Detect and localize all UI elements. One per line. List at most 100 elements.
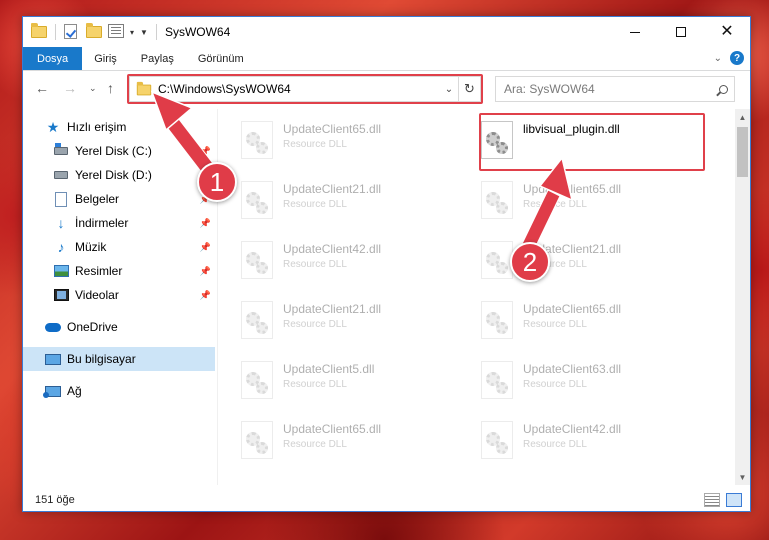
search-icon[interactable] bbox=[712, 84, 734, 94]
file-item[interactable]: UpdateClient21.dll Resource DLL bbox=[459, 237, 689, 287]
sidebar-item-label: Belgeler bbox=[75, 192, 120, 206]
sidebar-item-local-disk-d[interactable]: Yerel Disk (D:) 📌 bbox=[23, 163, 215, 187]
dll-file-icon bbox=[241, 241, 273, 279]
pin-icon: 📌 bbox=[199, 145, 211, 156]
navigation-bar: ← → ⌄ ↑ C:\Windows\SysWOW64 ⌄ ↻ bbox=[23, 72, 750, 106]
sidebar-item-onedrive[interactable]: OneDrive bbox=[23, 315, 215, 339]
close-icon: ✕ bbox=[720, 23, 734, 40]
videos-icon bbox=[53, 287, 69, 303]
dll-file-icon bbox=[241, 421, 273, 459]
details-view-icon[interactable] bbox=[704, 493, 720, 507]
dll-file-icon bbox=[481, 241, 513, 279]
address-highlight-box bbox=[127, 74, 483, 104]
file-item[interactable]: UpdateClient65.dll Resource DLL bbox=[459, 177, 689, 227]
file-item[interactable]: UpdateClient65.dll Resource DLL bbox=[219, 117, 449, 167]
toolbar-separator bbox=[155, 24, 157, 40]
file-name: UpdateClient42.dll bbox=[523, 422, 622, 436]
sidebar-item-label: Ağ bbox=[67, 384, 82, 398]
expand-ribbon-chevron-icon[interactable]: ⌄ bbox=[714, 53, 722, 64]
file-type: Resource DLL bbox=[283, 379, 347, 390]
ribbon-tabs: Dosya Giriş Paylaş Görünüm ⌄ ? bbox=[23, 47, 750, 71]
file-name: UpdateClient65.dll bbox=[523, 302, 622, 316]
downloads-icon: ↓ bbox=[57, 215, 65, 231]
search-input[interactable] bbox=[504, 82, 712, 96]
tab-share[interactable]: Paylaş bbox=[129, 47, 186, 70]
file-item[interactable]: UpdateClient42.dll Resource DLL bbox=[219, 237, 449, 287]
dll-file-icon bbox=[481, 421, 513, 459]
quick-access-toolbar: ▾ ▼ bbox=[23, 23, 165, 40]
toolbar-arrow-icon[interactable]: ▼ bbox=[140, 28, 148, 37]
properties-icon[interactable] bbox=[108, 24, 124, 40]
minimize-button[interactable] bbox=[612, 17, 658, 47]
sidebar-item-this-pc[interactable]: Bu bilgisayar bbox=[23, 347, 215, 371]
annotation-marker-2: 2 bbox=[510, 242, 550, 282]
sidebar-item-label: İndirmeler bbox=[75, 216, 129, 230]
scroll-down-arrow-icon[interactable]: ▼ bbox=[735, 469, 750, 485]
up-arrow-icon[interactable]: ↑ bbox=[107, 80, 114, 96]
large-icons-view-icon[interactable] bbox=[726, 493, 742, 507]
sidebar-item-downloads[interactable]: ↓ İndirmeler 📌 bbox=[23, 211, 215, 235]
tab-home[interactable]: Giriş bbox=[82, 47, 129, 70]
music-icon: ♪ bbox=[57, 239, 65, 255]
properties-check-icon[interactable] bbox=[64, 24, 80, 40]
dll-file-icon bbox=[481, 301, 513, 339]
file-name: UpdateClient65.dll bbox=[283, 122, 382, 136]
pin-icon: 📌 bbox=[199, 241, 211, 252]
file-item[interactable]: UpdateClient65.dll Resource DLL bbox=[219, 417, 449, 467]
dll-file-icon bbox=[241, 301, 273, 339]
sidebar-item-label: Yerel Disk (D:) bbox=[75, 168, 152, 182]
scrollbar-thumb[interactable] bbox=[737, 127, 748, 177]
close-button[interactable]: ✕ bbox=[704, 17, 750, 47]
file-explorer-window: ▾ ▼ SysWOW64 ✕ Dosya Giriş Paylaş Görünü… bbox=[22, 16, 751, 512]
file-name: UpdateClient63.dll bbox=[523, 362, 622, 376]
sidebar-item-label: Müzik bbox=[75, 240, 107, 254]
sidebar-item-music[interactable]: ♪ Müzik 📌 bbox=[23, 235, 215, 259]
sidebar-item-label: Resimler bbox=[75, 264, 123, 278]
tab-view[interactable]: Görünüm bbox=[186, 47, 256, 70]
file-item[interactable]: UpdateClient63.dll Resource DLL bbox=[459, 357, 689, 407]
sidebar-item-label: Hızlı erişim bbox=[67, 120, 127, 134]
sidebar-item-network[interactable]: Ağ bbox=[23, 379, 215, 403]
customize-toolbar-dropdown-icon[interactable]: ▾ bbox=[130, 28, 134, 37]
file-item[interactable]: UpdateClient42.dll Resource DLL bbox=[459, 417, 689, 467]
sidebar-item-quick-access[interactable]: ★ Hızlı erişim bbox=[23, 115, 215, 139]
sidebar-item-documents[interactable]: Belgeler 📌 bbox=[23, 187, 215, 211]
forward-arrow-icon[interactable]: → bbox=[63, 80, 77, 96]
file-type: Resource DLL bbox=[283, 319, 347, 330]
help-icon[interactable]: ? bbox=[730, 51, 744, 65]
sidebar-item-pictures[interactable]: Resimler 📌 bbox=[23, 259, 215, 283]
pin-icon: 📌 bbox=[199, 217, 211, 228]
file-name: UpdateClient65.dll bbox=[523, 182, 622, 196]
scroll-up-arrow-icon[interactable]: ▲ bbox=[735, 109, 750, 125]
file-highlight-box bbox=[479, 113, 705, 171]
vertical-scrollbar[interactable]: ▲ ▼ bbox=[735, 109, 750, 485]
pictures-icon bbox=[53, 263, 69, 279]
recent-locations-chevron-icon[interactable]: ⌄ bbox=[89, 83, 97, 94]
file-name: UpdateClient42.dll bbox=[283, 242, 382, 256]
pin-icon: 📌 bbox=[199, 289, 211, 300]
file-item[interactable]: UpdateClient21.dll Resource DLL bbox=[219, 297, 449, 347]
new-folder-icon[interactable] bbox=[86, 23, 102, 40]
network-icon bbox=[43, 383, 61, 399]
file-item[interactable]: UpdateClient5.dll Resource DLL bbox=[219, 357, 449, 407]
sidebar-item-label: Bu bilgisayar bbox=[67, 352, 136, 366]
file-item[interactable]: UpdateClient65.dll Resource DLL bbox=[459, 297, 689, 347]
file-type: Resource DLL bbox=[523, 379, 587, 390]
maximize-button[interactable] bbox=[658, 17, 704, 47]
tab-file[interactable]: Dosya bbox=[23, 47, 83, 70]
sidebar-item-local-disk-c[interactable]: Yerel Disk (C:) 📌 bbox=[23, 139, 215, 163]
file-list: UpdateClient65.dll Resource DLL libvisual… bbox=[219, 109, 735, 485]
file-type: Resource DLL bbox=[283, 259, 347, 270]
toolbar-separator bbox=[55, 24, 56, 40]
annotation-marker-1: 1 bbox=[197, 162, 237, 202]
file-item[interactable]: UpdateClient21.dll Resource DLL bbox=[219, 177, 449, 227]
file-name: UpdateClient21.dll bbox=[283, 302, 382, 316]
dll-file-icon bbox=[481, 181, 513, 219]
sidebar-item-videos[interactable]: Videolar 📌 bbox=[23, 283, 215, 307]
file-name: UpdateClient65.dll bbox=[283, 422, 382, 436]
dll-file-icon bbox=[241, 361, 273, 399]
maximize-icon bbox=[676, 27, 686, 37]
documents-icon bbox=[53, 191, 69, 207]
search-box[interactable] bbox=[495, 76, 735, 102]
back-arrow-icon[interactable]: ← bbox=[35, 80, 49, 96]
